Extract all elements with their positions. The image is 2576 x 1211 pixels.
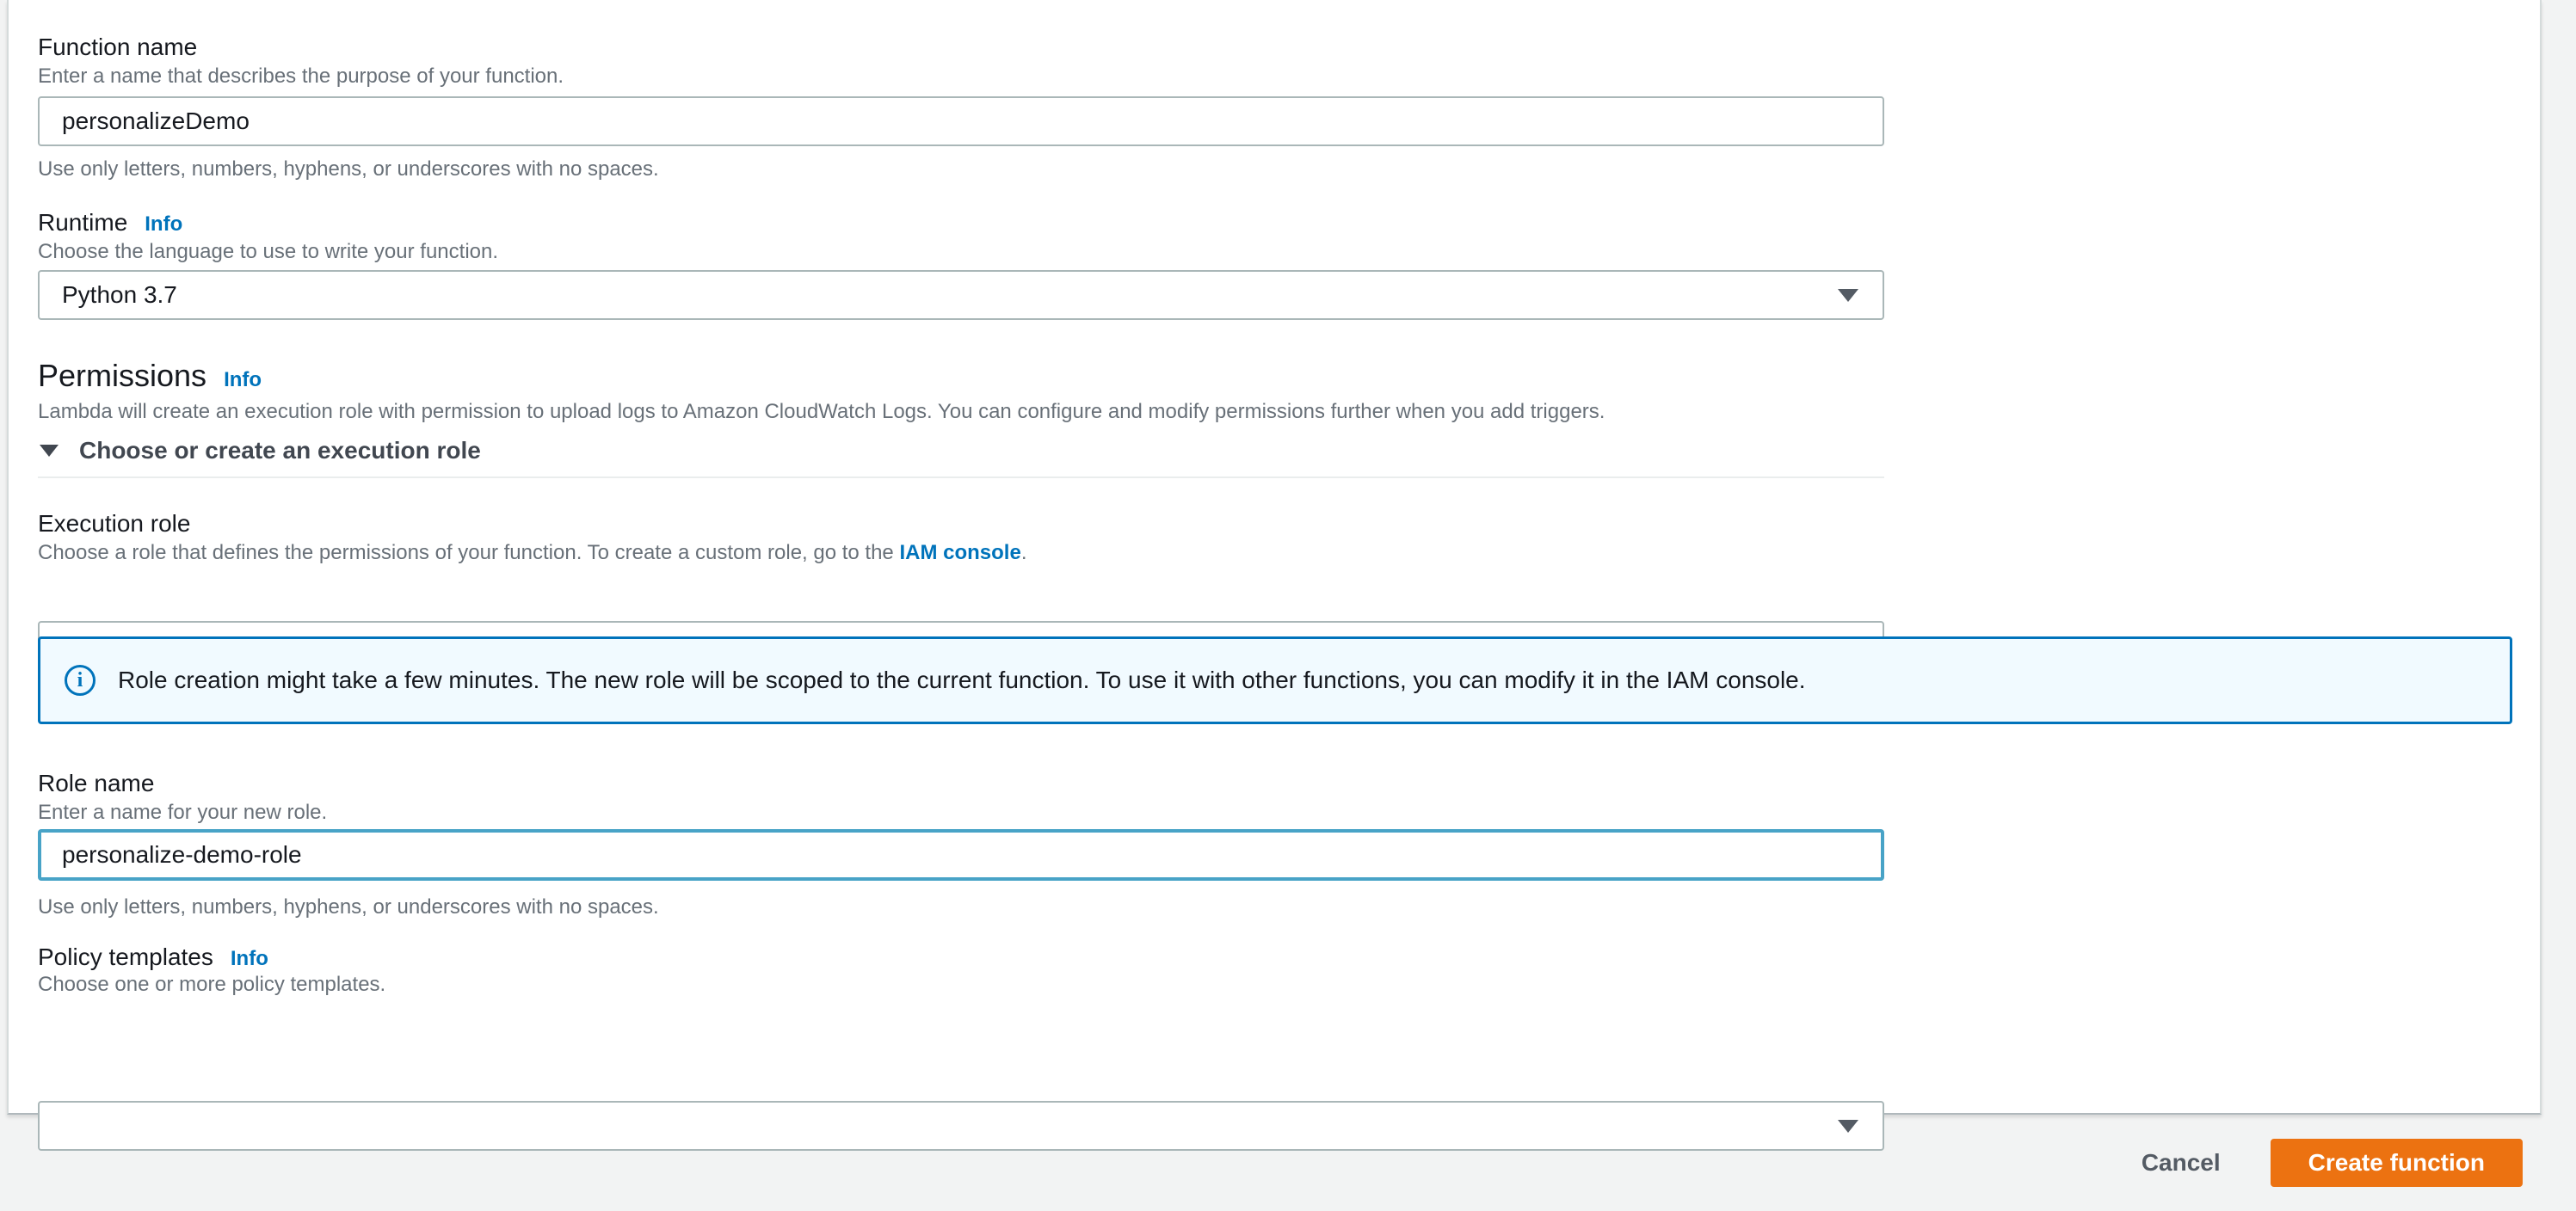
create-function-form-card: Function name Enter a name that describe… xyxy=(7,0,2542,1151)
permissions-heading-row: Permissions Info xyxy=(38,356,262,396)
form-action-bar: Cancel Create function xyxy=(0,1115,2576,1211)
role-creation-info-alert: i Role creation might take a few minutes… xyxy=(38,636,2512,724)
policy-templates-info-link[interactable]: Info xyxy=(231,946,268,972)
section-divider xyxy=(38,476,1884,478)
iam-console-link[interactable]: IAM console xyxy=(899,541,1020,564)
policy-templates-label-row: Policy templates Info xyxy=(38,943,268,972)
execution-role-label: Execution role xyxy=(38,510,191,537)
permissions-description: Lambda will create an execution role wit… xyxy=(38,400,1605,423)
execution-role-description-suffix: . xyxy=(1020,541,1027,564)
runtime-select-value: Python 3.7 xyxy=(62,281,177,308)
role-name-description: Enter a name for your new role. xyxy=(38,801,328,824)
cancel-button[interactable]: Cancel xyxy=(2142,1149,2221,1177)
info-circle-icon: i xyxy=(65,665,96,696)
policy-templates-label: Policy templates xyxy=(38,944,213,970)
permissions-info-link[interactable]: Info xyxy=(224,367,262,393)
function-name-input[interactable] xyxy=(38,96,1884,146)
policy-templates-description: Choose one or more policy templates. xyxy=(38,973,386,996)
chevron-down-icon xyxy=(1838,289,1858,302)
runtime-select[interactable]: Python 3.7 xyxy=(38,270,1884,320)
create-function-button[interactable]: Create function xyxy=(2270,1139,2523,1187)
execution-role-description-text: Choose a role that defines the permissio… xyxy=(38,541,900,564)
runtime-description: Choose the language to use to write your… xyxy=(38,240,499,263)
alert-text: Role creation might take a few minutes. … xyxy=(118,667,1806,693)
execution-role-description: Choose a role that defines the permissio… xyxy=(38,540,1026,566)
function-name-description: Enter a name that describes the purpose … xyxy=(38,65,564,88)
runtime-info-link[interactable]: Info xyxy=(145,212,182,237)
role-name-input[interactable] xyxy=(38,829,1884,881)
expander-label: Choose or create an execution role xyxy=(79,437,481,464)
runtime-label-row: Runtime Info xyxy=(38,208,182,237)
function-name-label: Function name xyxy=(38,34,198,60)
function-name-hint: Use only letters, numbers, hyphens, or u… xyxy=(38,157,659,181)
role-name-hint: Use only letters, numbers, hyphens, or u… xyxy=(38,895,659,919)
runtime-label: Runtime xyxy=(38,209,128,236)
permissions-heading: Permissions xyxy=(38,358,207,393)
caret-down-icon xyxy=(40,445,59,457)
execution-role-expander[interactable]: Choose or create an execution role xyxy=(38,435,481,466)
role-name-label: Role name xyxy=(38,770,155,796)
